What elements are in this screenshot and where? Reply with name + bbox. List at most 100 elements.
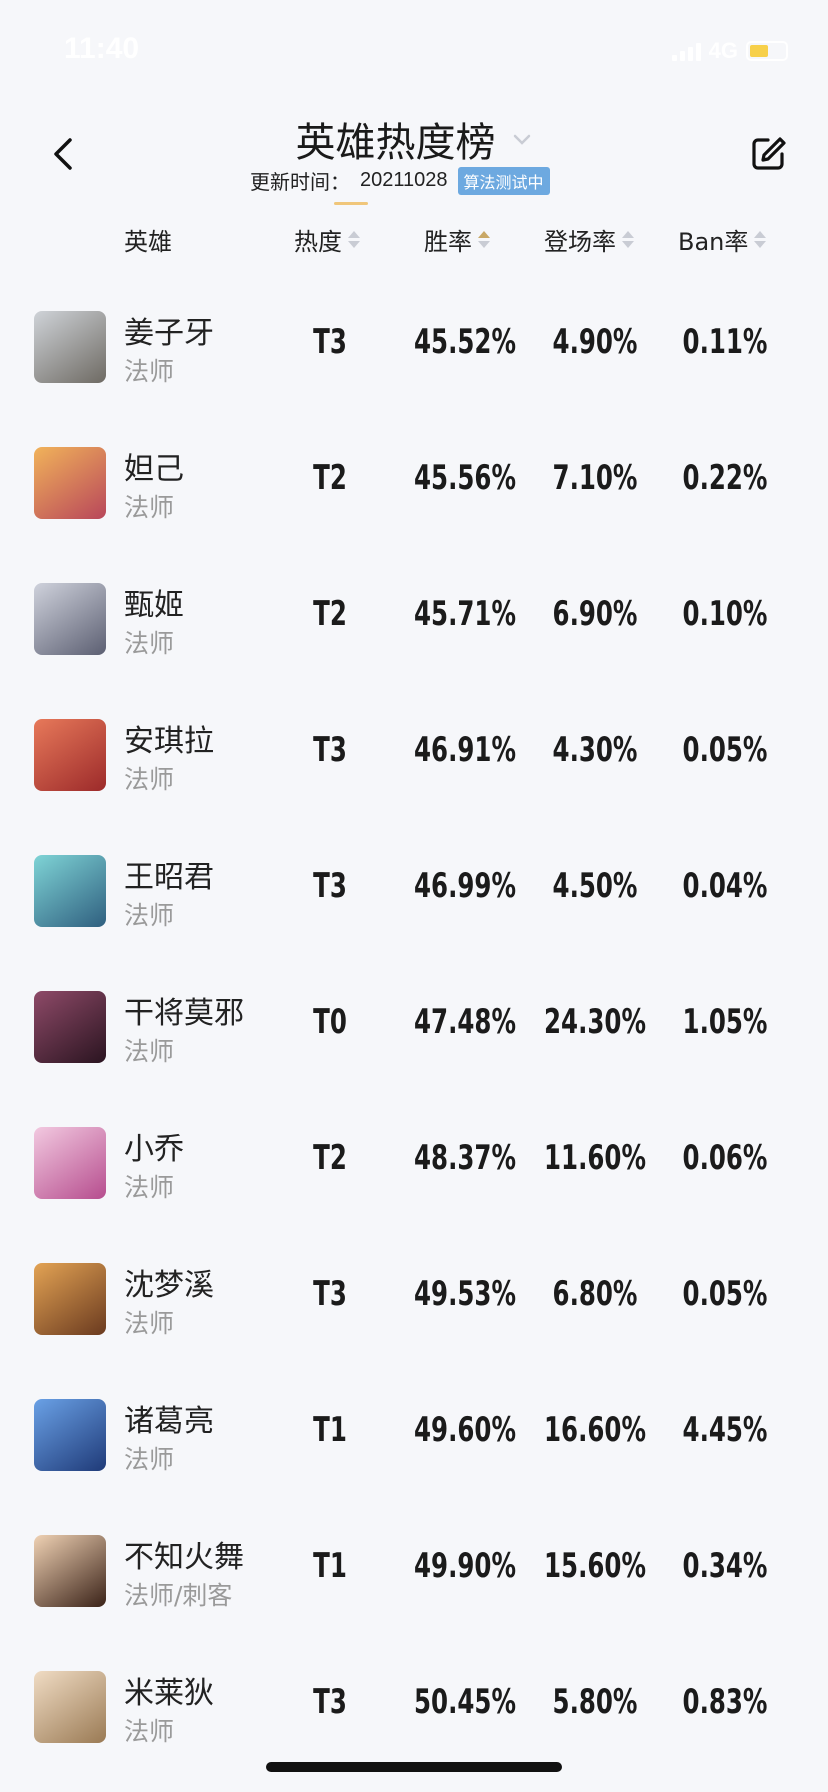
hero-name: 米莱狄 — [124, 1676, 214, 1711]
column-hero-label: 英雄 — [124, 228, 172, 256]
hero-row[interactable]: 沈梦溪 法师 T3 49.53% 6.80% 0.05% — [0, 1228, 828, 1364]
hero-win-rate: 50.45% — [414, 1682, 516, 1722]
status-bar: 11:40 4G — [0, 0, 828, 100]
hero-win-rate: 45.71% — [414, 594, 516, 634]
status-time: 11:40 — [64, 32, 140, 65]
hero-pick-rate: 7.10% — [552, 458, 638, 498]
hero-row[interactable]: 王昭君 法师 T3 46.99% 4.50% 0.04% — [0, 820, 828, 956]
column-heat-sort[interactable]: 热度 — [294, 222, 360, 257]
hero-pick-rate: 4.50% — [552, 866, 638, 906]
hero-role: 法师 — [124, 493, 175, 522]
hero-pick-rate: 4.30% — [552, 730, 638, 770]
hero-name: 安琪拉 — [124, 724, 214, 759]
status-icons: 4G — [671, 38, 788, 64]
hero-pick-rate: 11.60% — [544, 1138, 646, 1178]
hero-avatar — [34, 1399, 106, 1471]
sort-icon — [622, 231, 634, 248]
hero-pick-rate: 4.90% — [552, 322, 638, 362]
hero-avatar — [34, 719, 106, 791]
hero-tier: T0 — [313, 1002, 347, 1042]
chevron-down-icon — [513, 134, 530, 145]
hero-row[interactable]: 甄姬 法师 T2 45.71% 6.90% 0.10% — [0, 548, 828, 684]
hero-avatar — [34, 855, 106, 927]
hero-win-rate: 45.52% — [414, 322, 516, 362]
hero-row[interactable]: 诸葛亮 法师 T1 49.60% 16.60% 4.45% — [0, 1364, 828, 1500]
hero-name: 王昭君 — [124, 860, 214, 895]
hero-pick-rate: 6.80% — [552, 1274, 638, 1314]
sort-ascending-icon — [478, 231, 490, 248]
hero-avatar — [34, 991, 106, 1063]
update-time-label: 更新时间： — [250, 172, 350, 194]
column-hero: 英雄 — [124, 222, 172, 257]
hero-avatar — [34, 1263, 106, 1335]
hero-name: 甄姬 — [124, 588, 184, 623]
hero-tier: T3 — [313, 866, 347, 906]
column-win-rate-label: 胜率 — [424, 228, 472, 256]
hero-role: 法师 — [124, 1037, 175, 1066]
hero-row[interactable]: 干将莫邪 法师 T0 47.48% 24.30% 1.05% — [0, 956, 828, 1092]
hero-list: 姜子牙 法师 T3 45.52% 4.90% 0.11% 妲己 法师 T2 45… — [0, 276, 828, 1772]
hero-role: 法师 — [124, 901, 175, 930]
hero-ban-rate: 0.05% — [682, 730, 768, 770]
hero-win-rate: 49.60% — [414, 1410, 516, 1450]
hero-pick-rate: 24.30% — [544, 1002, 646, 1042]
hero-avatar — [34, 1671, 106, 1743]
home-indicator[interactable] — [266, 1762, 562, 1772]
hero-ban-rate: 0.22% — [682, 458, 768, 498]
hero-row[interactable]: 姜子牙 法师 T3 45.52% 4.90% 0.11% — [0, 276, 828, 412]
hero-ban-rate: 1.05% — [682, 1002, 768, 1042]
hero-name: 姜子牙 — [124, 316, 214, 351]
column-pick-rate-sort[interactable]: 登场率 — [544, 222, 634, 257]
edit-icon[interactable] — [748, 134, 788, 174]
hero-win-rate: 49.53% — [414, 1274, 516, 1314]
hero-tier: T3 — [313, 322, 347, 362]
page-title: 英雄热度榜 — [295, 120, 496, 166]
hero-role: 法师 — [124, 1173, 175, 1202]
hero-name: 沈梦溪 — [124, 1268, 214, 1303]
hero-role: 法师 — [124, 629, 175, 658]
column-pick-rate-label: 登场率 — [544, 228, 616, 256]
title-underline — [334, 202, 368, 205]
hero-role: 法师 — [124, 357, 175, 386]
hero-ban-rate: 0.34% — [682, 1546, 768, 1586]
hero-avatar — [34, 1127, 106, 1199]
sort-icon — [754, 231, 767, 248]
hero-pick-rate: 16.60% — [544, 1410, 646, 1450]
column-ban-rate-sort[interactable]: Ban率 — [678, 222, 767, 257]
hero-ban-rate: 0.11% — [682, 322, 768, 362]
hero-tier: T3 — [313, 730, 347, 770]
hero-row[interactable]: 不知火舞 法师/刺客 T1 49.90% 15.60% 0.34% — [0, 1500, 828, 1636]
hero-pick-rate: 6.90% — [552, 594, 638, 634]
hero-tier: T1 — [313, 1546, 347, 1586]
hero-row[interactable]: 妲己 法师 T2 45.56% 7.10% 0.22% — [0, 412, 828, 548]
table-header: 英雄 热度 胜率 登场率 Ban率 — [0, 222, 828, 264]
hero-row[interactable]: 小乔 法师 T2 48.37% 11.60% 0.06% — [0, 1092, 828, 1228]
hero-avatar — [34, 311, 106, 383]
signal-icon — [671, 41, 701, 61]
hero-name: 小乔 — [124, 1132, 184, 1167]
hero-name: 不知火舞 — [124, 1540, 244, 1575]
hero-tier: T2 — [313, 458, 347, 498]
column-ban-rate-label: Ban率 — [678, 228, 749, 256]
hero-row[interactable]: 安琪拉 法师 T3 46.91% 4.30% 0.05% — [0, 684, 828, 820]
column-heat-label: 热度 — [294, 228, 342, 256]
column-win-rate-sort[interactable]: 胜率 — [424, 222, 490, 257]
hero-tier: T2 — [313, 594, 347, 634]
hero-ban-rate: 0.06% — [682, 1138, 768, 1178]
hero-ban-rate: 0.10% — [682, 594, 768, 634]
hero-row[interactable]: 米莱狄 法师 T3 50.45% 5.80% 0.83% — [0, 1636, 828, 1772]
hero-avatar — [34, 1535, 106, 1607]
hero-name: 干将莫邪 — [124, 996, 244, 1031]
update-date: 20211028 — [360, 169, 448, 191]
title-dropdown[interactable]: 英雄热度榜 — [0, 110, 828, 168]
hero-ban-rate: 4.45% — [682, 1410, 768, 1450]
hero-role: 法师 — [124, 765, 175, 794]
algorithm-test-badge: 算法测试中 — [457, 166, 550, 195]
hero-win-rate: 46.99% — [414, 866, 516, 906]
hero-role: 法师/刺客 — [124, 1581, 233, 1610]
hero-pick-rate: 5.80% — [552, 1682, 638, 1722]
network-label: 4G — [708, 38, 738, 63]
hero-tier: T3 — [313, 1274, 347, 1314]
battery-icon — [746, 41, 788, 61]
hero-win-rate: 47.48% — [414, 1002, 516, 1042]
